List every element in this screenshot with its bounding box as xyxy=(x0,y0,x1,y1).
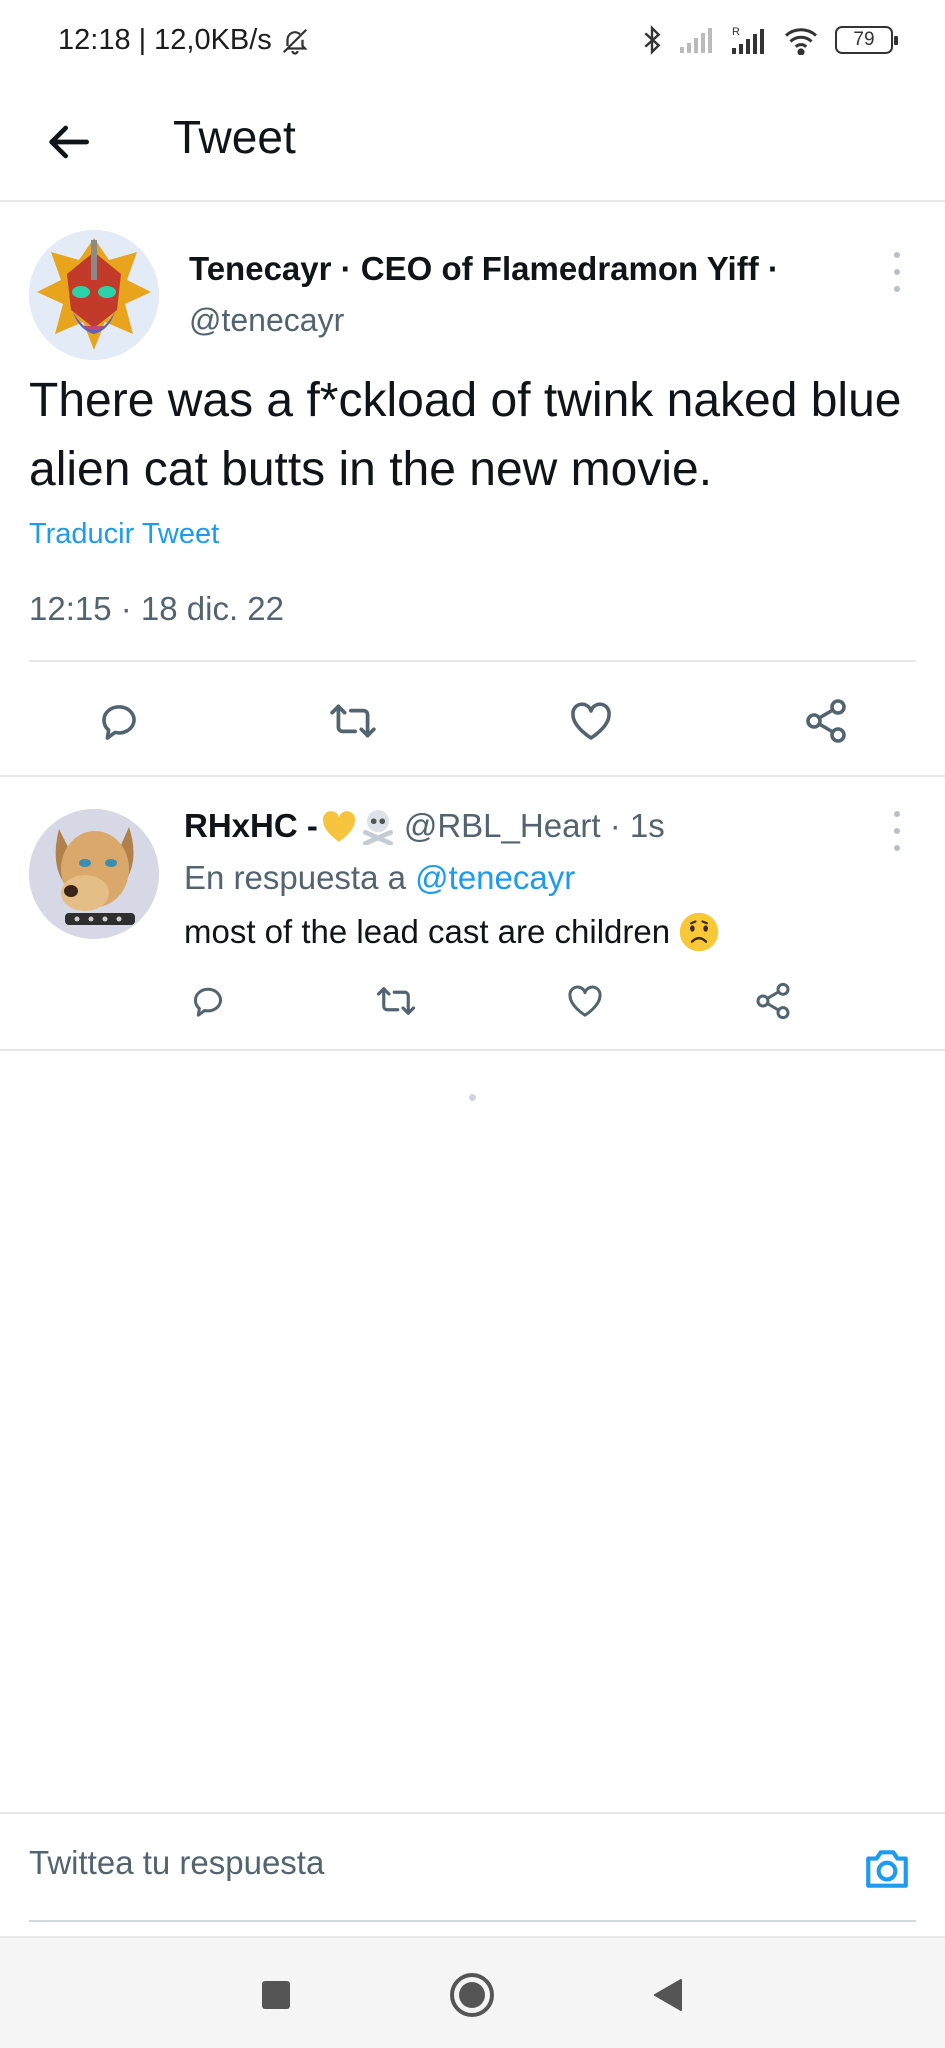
divider xyxy=(29,660,916,662)
tweet-text: There was a f*ckload of twink naked blue… xyxy=(29,374,902,496)
dog-avatar-image xyxy=(29,809,159,939)
triangle-left-icon xyxy=(654,1979,682,2011)
status-left: 12:18 | 12,0KB/s xyxy=(58,24,310,57)
author-handle[interactable]: @tenecayr xyxy=(189,302,344,339)
reply-input[interactable] xyxy=(29,1838,829,1888)
dot xyxy=(894,845,900,851)
dot xyxy=(894,252,900,258)
wifi-icon xyxy=(785,28,817,55)
status-bar: 12:18 | 12,0KB/s R 79 xyxy=(0,0,945,84)
camera-icon xyxy=(866,1850,908,1888)
share-icon xyxy=(806,699,846,743)
reply-context: En respuesta a @tenecayr xyxy=(184,859,575,897)
circle-icon xyxy=(450,1973,494,2017)
reply-header: RHxHC - @RBL_Heart · 1s xyxy=(184,807,665,845)
page-title: Tweet xyxy=(173,111,296,163)
bluetooth-icon xyxy=(644,25,661,55)
square-icon xyxy=(262,1981,290,2009)
arrow-left-icon xyxy=(49,125,89,159)
tweet-actions xyxy=(0,690,945,752)
back-nav-button[interactable] xyxy=(642,1970,692,2020)
battery-level: 79 xyxy=(853,29,875,50)
signal-roaming-icon: R xyxy=(732,26,764,54)
dot xyxy=(894,828,900,834)
reply-context-prefix: En respuesta a xyxy=(184,859,406,896)
reply-more-options-button[interactable] xyxy=(887,811,907,851)
reply-tweet[interactable]: RHxHC - @RBL_Heart · 1s En respuesta a @… xyxy=(0,779,945,1051)
reply-retweet-button[interactable] xyxy=(371,976,421,1026)
reply-author-handle[interactable]: @RBL_Heart · 1s xyxy=(404,807,665,845)
reply-author-name[interactable]: RHxHC - xyxy=(184,807,318,845)
share-icon xyxy=(756,982,790,1020)
compose-underline xyxy=(29,1920,916,1922)
reply-context-mention[interactable]: @tenecayr xyxy=(415,859,575,896)
author-name[interactable]: Tenecayr · CEO of Flamedramon Yiff · xyxy=(189,250,779,288)
dot xyxy=(894,269,900,275)
bell-muted-icon xyxy=(282,28,308,55)
more-options-button[interactable] xyxy=(887,252,907,292)
yellow-heart-icon xyxy=(322,811,355,842)
worried-face-icon xyxy=(679,912,719,952)
svg-text:R: R xyxy=(732,26,740,38)
camera-button[interactable] xyxy=(862,1844,912,1894)
battery-icon: 79 xyxy=(835,26,898,54)
tweet-timestamp[interactable]: 12:15 · 18 dic. 22 xyxy=(29,590,284,628)
home-button[interactable] xyxy=(447,1970,497,2020)
top-app-bar: Tweet xyxy=(0,84,945,202)
retweet-button[interactable] xyxy=(322,690,384,752)
loading-indicator xyxy=(469,1094,476,1101)
dot xyxy=(894,811,900,817)
status-time: 12:18 xyxy=(58,24,131,56)
heart-icon xyxy=(571,702,611,740)
reply-like-button[interactable] xyxy=(560,976,610,1026)
signal-weak-icon xyxy=(680,28,712,53)
reply-icon xyxy=(193,987,222,1017)
reply-author-avatar[interactable] xyxy=(29,809,159,939)
retweet-icon xyxy=(376,987,416,1015)
share-button[interactable] xyxy=(795,690,857,752)
like-button[interactable] xyxy=(560,690,622,752)
main-tweet: Tenecayr · CEO of Flamedramon Yiff · @te… xyxy=(0,202,945,777)
dot xyxy=(894,286,900,292)
reply-text-row: most of the lead cast are children xyxy=(184,911,720,953)
status-right: R 79 xyxy=(641,24,898,56)
reply-text: most of the lead cast are children xyxy=(184,913,671,950)
retweet-icon xyxy=(330,704,376,738)
author-avatar[interactable] xyxy=(29,230,159,360)
reply-actions xyxy=(0,976,945,1026)
reply-composer xyxy=(0,1812,945,1936)
reply-reply-button[interactable] xyxy=(183,976,233,1026)
status-separator: | xyxy=(138,24,147,56)
heart-icon xyxy=(568,985,602,1017)
status-net-speed: 12,0KB/s xyxy=(154,24,272,56)
system-nav-bar xyxy=(0,1936,945,2048)
reply-share-button[interactable] xyxy=(748,976,798,1026)
dragon-avatar-image xyxy=(29,230,159,360)
reply-button[interactable] xyxy=(88,690,150,752)
reply-icon xyxy=(102,705,136,740)
recents-button[interactable] xyxy=(251,1970,301,2020)
back-button[interactable] xyxy=(40,114,96,170)
translate-tweet-link[interactable]: Traducir Tweet xyxy=(29,518,219,551)
skull-crossbones-icon xyxy=(362,810,393,845)
